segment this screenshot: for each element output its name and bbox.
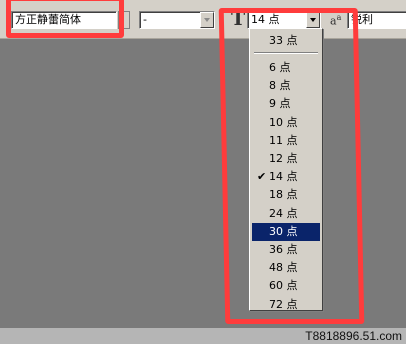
status-bar: T8818896.51.com — [0, 328, 406, 344]
watermark-text: T8818896.51.com — [305, 329, 402, 343]
highlight-box-font-size — [218, 8, 365, 324]
font-style-select[interactable]: - — [139, 11, 215, 29]
font-style-value: - — [143, 13, 147, 26]
highlight-box-font-family — [6, 0, 124, 38]
chevron-down-icon[interactable] — [200, 12, 214, 28]
